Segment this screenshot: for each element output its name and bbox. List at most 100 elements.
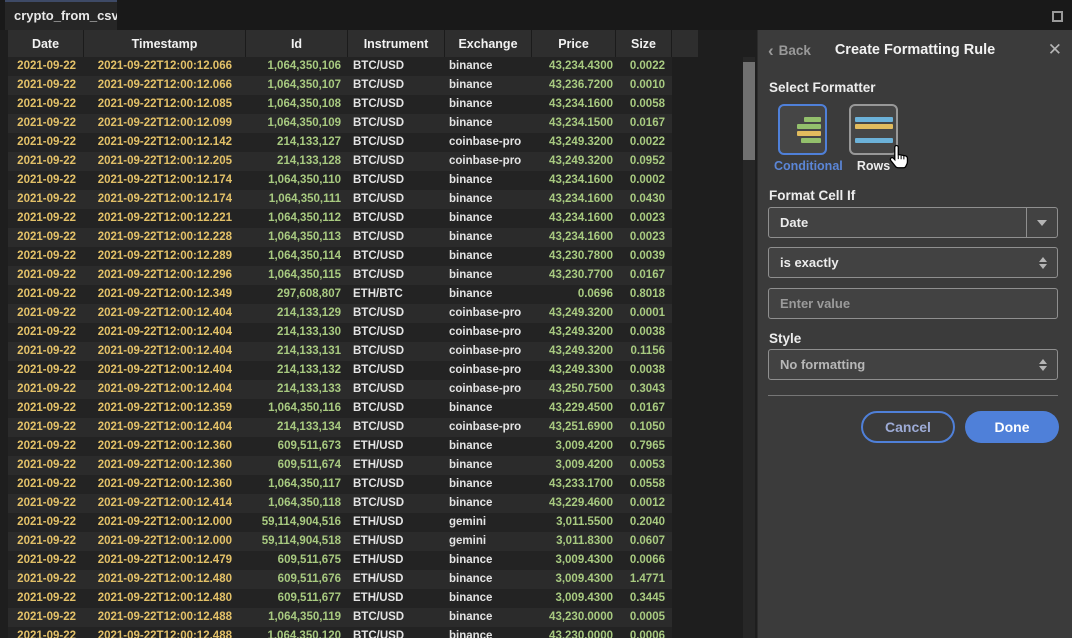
table-cell: 43,234.1600 — [532, 171, 616, 190]
cancel-button[interactable]: Cancel — [861, 411, 955, 443]
table-cell: 2021-09-22 — [8, 285, 84, 304]
table-row[interactable]: 2021-09-222021-09-22T12:00:12.404214,133… — [8, 418, 672, 437]
table-row[interactable]: 2021-09-222021-09-22T12:00:12.480609,511… — [8, 570, 672, 589]
table-cell: BTC/USD — [348, 228, 445, 247]
table-row[interactable]: 2021-09-222021-09-22T12:00:12.404214,133… — [8, 380, 672, 399]
table-row[interactable]: 2021-09-222021-09-22T12:00:12.360609,511… — [8, 456, 672, 475]
scrollbar-thumb[interactable] — [743, 62, 755, 160]
tab-crypto-from-csv[interactable]: crypto_from_csv — [5, 0, 117, 30]
style-select[interactable]: No formatting — [768, 349, 1058, 380]
operator-select[interactable]: is exactly — [768, 247, 1058, 278]
table-cell: 214,133,133 — [246, 380, 348, 399]
table-row[interactable]: 2021-09-222021-09-22T12:00:12.3591,064,3… — [8, 399, 672, 418]
formatter-label-conditional[interactable]: Conditional — [774, 159, 834, 173]
value-input[interactable] — [768, 288, 1058, 319]
table-cell: ETH/USD — [348, 589, 445, 608]
table-row[interactable]: 2021-09-222021-09-22T12:00:12.4881,064,3… — [8, 608, 672, 627]
table-cell: 43,249.3200 — [532, 342, 616, 361]
table-cell: ETH/USD — [348, 437, 445, 456]
dropdown-divider — [1026, 208, 1027, 237]
column-header-id[interactable]: Id — [246, 30, 348, 57]
column-header-instrument[interactable]: Instrument — [348, 30, 445, 57]
table-cell: 0.0039 — [616, 247, 672, 266]
table-cell: 43,249.3300 — [532, 361, 616, 380]
table-cell: 2021-09-22 — [8, 551, 84, 570]
create-formatting-rule-panel: ‹ Back Create Formatting Rule ✕ Select F… — [757, 30, 1072, 638]
table-row[interactable]: 2021-09-222021-09-22T12:00:12.0661,064,3… — [8, 57, 672, 76]
table-cell: 2021-09-22 — [8, 418, 84, 437]
table-cell: 609,511,673 — [246, 437, 348, 456]
table-cell: 0.0022 — [616, 133, 672, 152]
table-cell: gemini — [445, 532, 532, 551]
table-row[interactable]: 2021-09-222021-09-22T12:00:12.0991,064,3… — [8, 114, 672, 133]
table-row[interactable]: 2021-09-222021-09-22T12:00:12.00059,114,… — [8, 513, 672, 532]
table-cell: 2021-09-22T12:00:12.414 — [84, 494, 246, 513]
table-cell: 3,009.4300 — [532, 589, 616, 608]
table-cell: 2021-09-22 — [8, 589, 84, 608]
table-cell: 297,608,807 — [246, 285, 348, 304]
done-button[interactable]: Done — [965, 411, 1059, 443]
table-row[interactable]: 2021-09-222021-09-22T12:00:12.404214,133… — [8, 361, 672, 380]
column-header-date[interactable]: Date — [8, 30, 84, 57]
vertical-scrollbar[interactable] — [743, 57, 755, 638]
table-row[interactable]: 2021-09-222021-09-22T12:00:12.404214,133… — [8, 304, 672, 323]
table-cell: BTC/USD — [348, 266, 445, 285]
table-cell: BTC/USD — [348, 114, 445, 133]
table-cell: 3,009.4200 — [532, 437, 616, 456]
table-cell: 43,234.1600 — [532, 190, 616, 209]
formatter-label-rows[interactable]: Rows — [849, 159, 898, 173]
table-cell: 43,234.4300 — [532, 57, 616, 76]
table-row[interactable]: 2021-09-222021-09-22T12:00:12.4141,064,3… — [8, 494, 672, 513]
column-header-exchange[interactable]: Exchange — [445, 30, 532, 57]
select-arrows-icon — [1039, 359, 1047, 371]
table-row[interactable]: 2021-09-222021-09-22T12:00:12.2961,064,3… — [8, 266, 672, 285]
close-icon[interactable]: ✕ — [1048, 42, 1062, 58]
table-row[interactable]: 2021-09-222021-09-22T12:00:12.404214,133… — [8, 323, 672, 342]
column-header-price[interactable]: Price — [532, 30, 616, 57]
table-row[interactable]: 2021-09-222021-09-22T12:00:12.0661,064,3… — [8, 76, 672, 95]
table-row[interactable]: 2021-09-222021-09-22T12:00:12.3601,064,3… — [8, 475, 672, 494]
table-row[interactable]: 2021-09-222021-09-22T12:00:12.404214,133… — [8, 342, 672, 361]
table-row[interactable]: 2021-09-222021-09-22T12:00:12.1741,064,3… — [8, 190, 672, 209]
grid-rows: 2021-09-222021-09-22T12:00:12.0661,064,3… — [8, 57, 672, 638]
table-cell: 2021-09-22T12:00:12.480 — [84, 570, 246, 589]
table-row[interactable]: 2021-09-222021-09-22T12:00:12.360609,511… — [8, 437, 672, 456]
table-cell: BTC/USD — [348, 494, 445, 513]
divider — [768, 395, 1058, 396]
table-row[interactable]: 2021-09-222021-09-22T12:00:12.4881,064,3… — [8, 627, 672, 638]
maximize-window-icon[interactable] — [1052, 11, 1063, 22]
column-select[interactable]: Date — [768, 207, 1058, 238]
table-cell: 0.0005 — [616, 608, 672, 627]
table-row[interactable]: 2021-09-222021-09-22T12:00:12.142214,133… — [8, 133, 672, 152]
back-button[interactable]: ‹ Back — [768, 43, 811, 58]
table-row[interactable]: 2021-09-222021-09-22T12:00:12.0851,064,3… — [8, 95, 672, 114]
formatter-option-conditional[interactable] — [778, 104, 827, 155]
column-header-size[interactable]: Size — [616, 30, 672, 57]
table-row[interactable]: 2021-09-222021-09-22T12:00:12.205214,133… — [8, 152, 672, 171]
table-cell: 59,114,904,518 — [246, 532, 348, 551]
column-header-timestamp[interactable]: Timestamp — [84, 30, 246, 57]
table-row[interactable]: 2021-09-222021-09-22T12:00:12.2211,064,3… — [8, 209, 672, 228]
table-cell: 0.0012 — [616, 494, 672, 513]
table-row[interactable]: 2021-09-222021-09-22T12:00:12.00059,114,… — [8, 532, 672, 551]
table-cell: 2021-09-22 — [8, 342, 84, 361]
table-cell: 2021-09-22 — [8, 304, 84, 323]
table-cell: 3,011.5500 — [532, 513, 616, 532]
table-cell: 43,236.7200 — [532, 76, 616, 95]
table-row[interactable]: 2021-09-222021-09-22T12:00:12.1741,064,3… — [8, 171, 672, 190]
table-cell: 2021-09-22T12:00:12.221 — [84, 209, 246, 228]
table-cell: BTC/USD — [348, 361, 445, 380]
table-row[interactable]: 2021-09-222021-09-22T12:00:12.480609,511… — [8, 589, 672, 608]
table-cell: 0.1156 — [616, 342, 672, 361]
table-cell: 0.0023 — [616, 209, 672, 228]
formatter-option-rows[interactable] — [849, 104, 898, 155]
table-cell: 2021-09-22T12:00:12.404 — [84, 361, 246, 380]
table-cell: 43,234.1600 — [532, 209, 616, 228]
table-row[interactable]: 2021-09-222021-09-22T12:00:12.349297,608… — [8, 285, 672, 304]
table-row[interactable]: 2021-09-222021-09-22T12:00:12.2891,064,3… — [8, 247, 672, 266]
table-row[interactable]: 2021-09-222021-09-22T12:00:12.2281,064,3… — [8, 228, 672, 247]
panel-actions: Cancel Done — [861, 411, 1059, 443]
table-row[interactable]: 2021-09-222021-09-22T12:00:12.479609,511… — [8, 551, 672, 570]
table-cell: 214,133,129 — [246, 304, 348, 323]
select-arrows-icon — [1039, 257, 1047, 269]
